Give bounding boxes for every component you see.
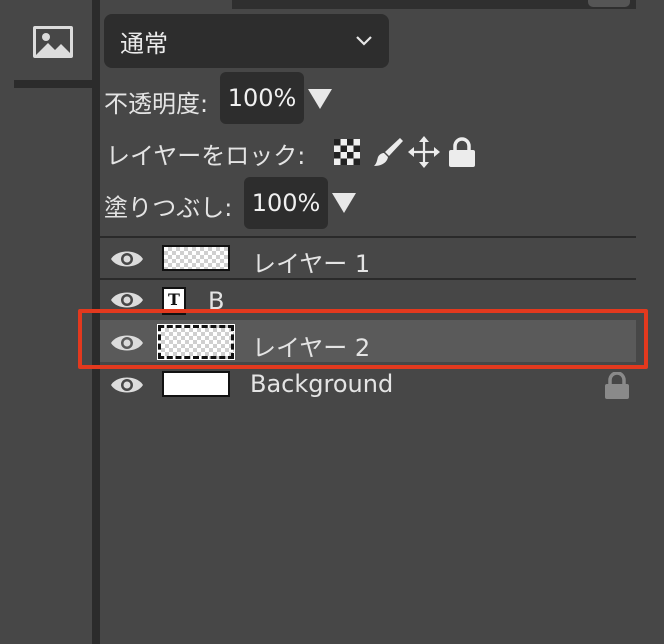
layer-name: Background	[250, 370, 394, 398]
eye-icon[interactable]	[110, 248, 144, 270]
fill-label: 塗りつぶし:	[104, 194, 233, 222]
layer-name: レイヤー 1	[252, 250, 371, 278]
fill-input[interactable]: 100%	[244, 177, 328, 229]
lock-label: レイヤーをロック:	[106, 142, 306, 170]
layer-row[interactable]: レイヤー 1	[100, 240, 636, 278]
blend-mode-value: 通常	[120, 29, 168, 58]
layer-row[interactable]: Background	[100, 366, 636, 404]
lock-icon[interactable]	[604, 372, 630, 400]
opacity-input[interactable]: 100%	[220, 72, 304, 124]
chevron-down-icon	[356, 36, 372, 46]
left-edge	[0, 0, 14, 644]
layer-thumbnail	[162, 371, 230, 397]
image-icon[interactable]	[32, 22, 74, 62]
selection-highlight	[78, 309, 648, 369]
layers-top-border	[100, 236, 636, 238]
eye-icon[interactable]	[110, 374, 144, 396]
padlock-icon[interactable]	[448, 136, 476, 168]
layer-thumbnail	[162, 245, 230, 271]
eye-icon[interactable]	[110, 289, 144, 311]
top-scroll-knob[interactable]	[588, 0, 630, 7]
dropdown-triangle-icon[interactable]	[308, 89, 332, 109]
blend-mode-select[interactable]: 通常	[104, 14, 389, 68]
tool-separator	[14, 80, 92, 88]
dropdown-triangle-icon[interactable]	[332, 193, 356, 213]
top-panel-edge	[232, 0, 636, 9]
opacity-label: 不透明度:	[104, 90, 209, 118]
brush-lock-icon[interactable]	[372, 136, 404, 168]
move-lock-icon[interactable]	[408, 136, 440, 168]
checkerboard-lock-icon[interactable]	[334, 139, 360, 165]
